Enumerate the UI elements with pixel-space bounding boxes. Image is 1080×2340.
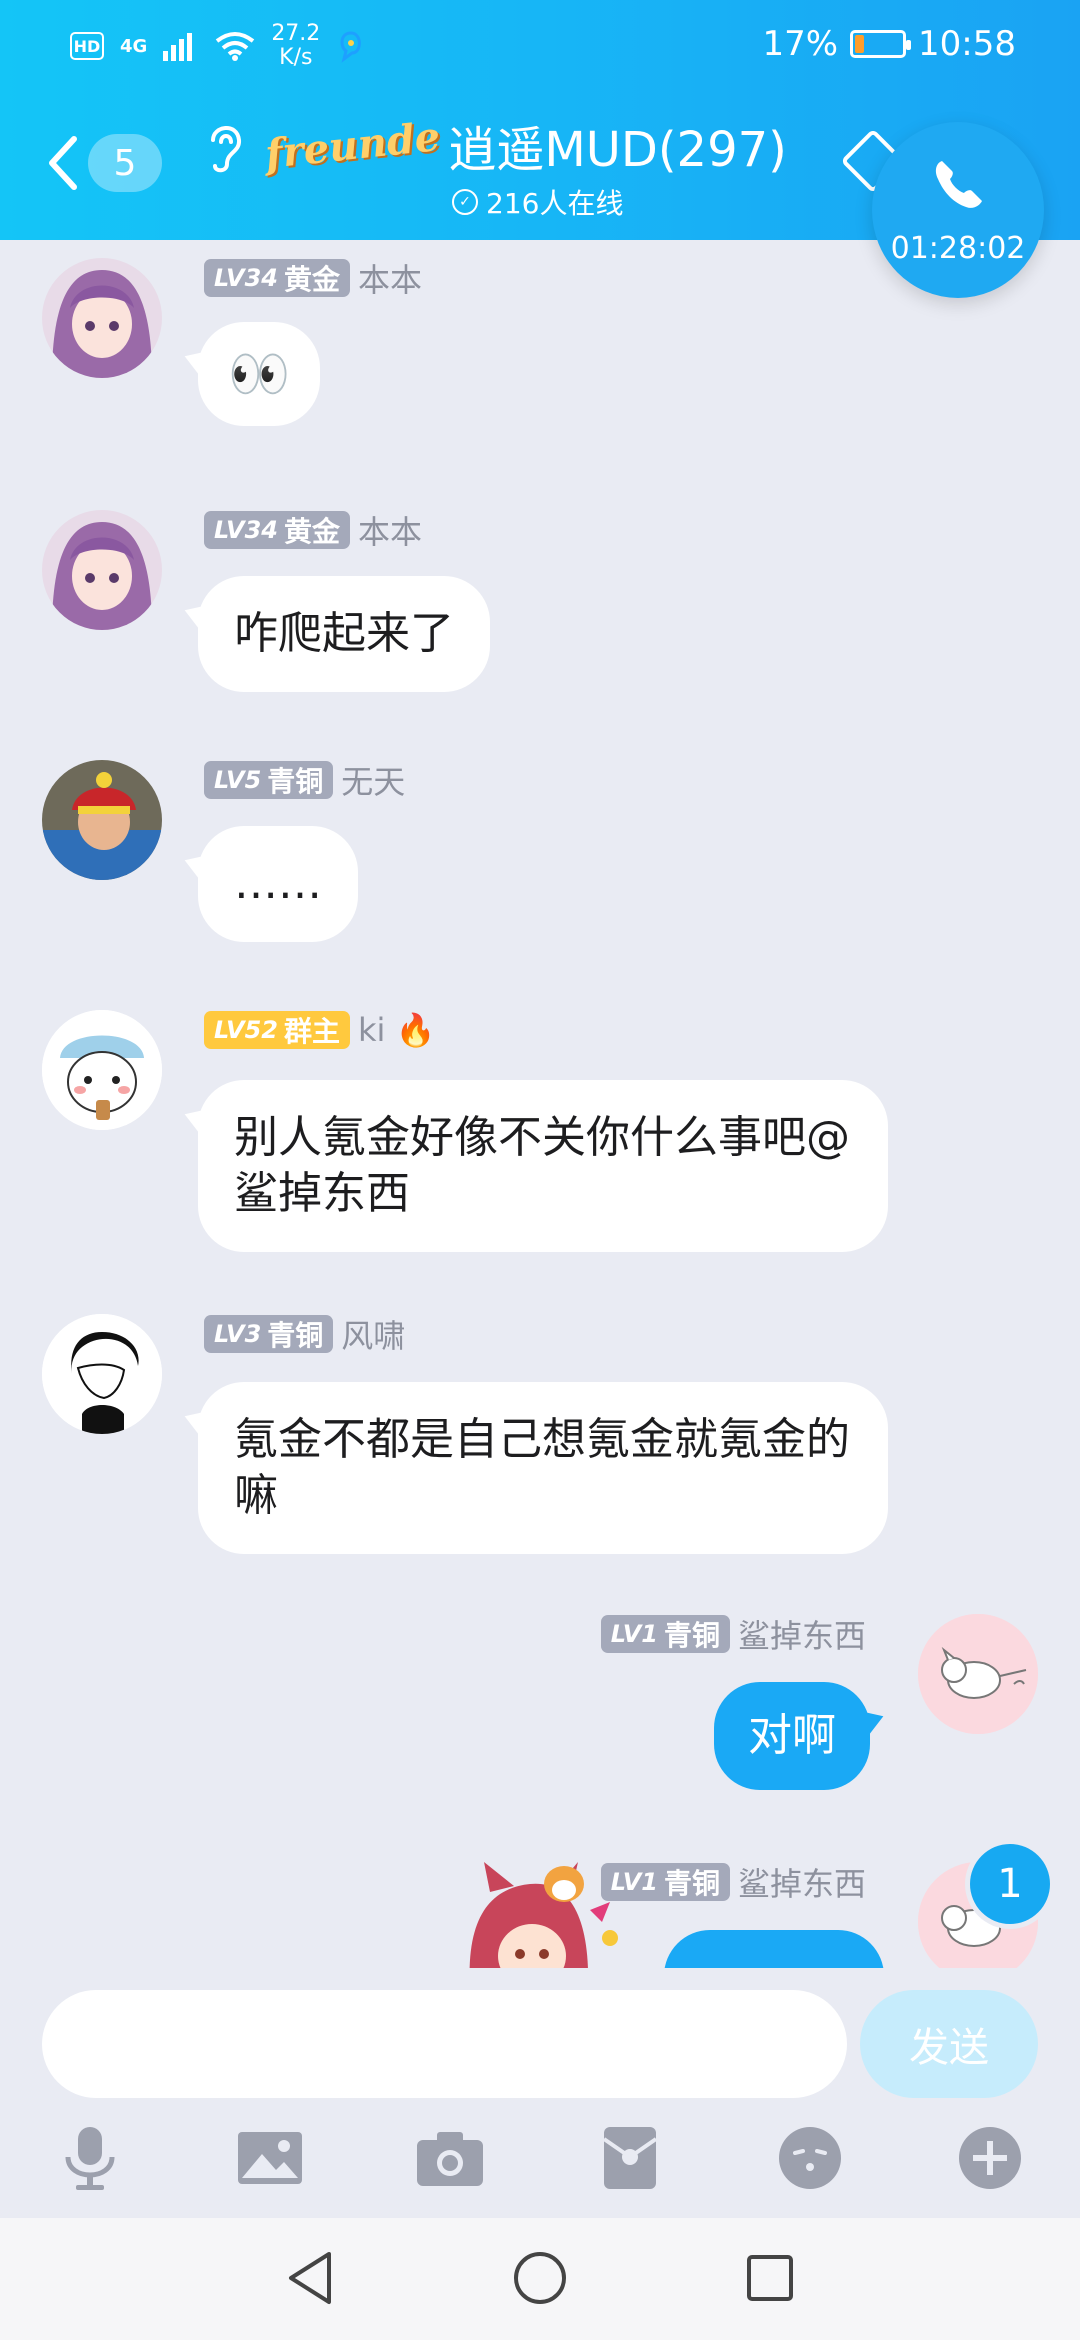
call-timer: 01:28:02: [890, 230, 1026, 266]
network-speed: 27.2 K/s: [271, 21, 321, 70]
avatar[interactable]: [918, 1614, 1038, 1734]
send-button[interactable]: 发送: [860, 1990, 1038, 2098]
back-arrow-icon: [49, 136, 77, 190]
message-bubble[interactable]: ……: [198, 826, 358, 942]
app-notification-icon: [340, 31, 362, 63]
network-type: 4G: [120, 35, 148, 57]
avatar[interactable]: [42, 1010, 162, 1130]
clock: 10:58: [918, 24, 1016, 64]
plus-icon[interactable]: [950, 2118, 1030, 2198]
emoji-icon[interactable]: [770, 2118, 850, 2198]
sender-nickname: 无天: [341, 763, 406, 801]
online-count: ✓ 216人在线: [452, 182, 623, 222]
input-area: 发送: [0, 1968, 1080, 2218]
nav-home-icon[interactable]: [510, 2248, 570, 2308]
battery-percent: 17%: [762, 24, 839, 64]
sender-nickname: 风啸: [341, 1317, 406, 1355]
ear-mode-icon[interactable]: [205, 120, 245, 188]
new-message-count-badge[interactable]: 1: [970, 1844, 1050, 1924]
member-level-badge: LV5 青铜: [204, 761, 334, 799]
member-level-badge: LV34 黄金: [204, 511, 350, 549]
sender-nickname: 本本: [357, 261, 422, 299]
unread-chats-count: 5: [88, 134, 162, 192]
owner-level-badge: LV52 群主: [204, 1011, 350, 1049]
microphone-icon[interactable]: [50, 2118, 130, 2198]
message-bubble[interactable]: [664, 1930, 884, 1968]
avatar[interactable]: [42, 510, 162, 630]
message-bubble[interactable]: 对啊: [714, 1682, 870, 1790]
red-packet-icon[interactable]: [590, 2118, 670, 2198]
sender-nickname: ki 🔥: [357, 1011, 436, 1049]
group-name: 逍遥MUD(297): [448, 122, 787, 178]
message-bubble[interactable]: 咋爬起来了: [198, 576, 490, 692]
battery-level-fill: [855, 35, 864, 53]
input-toolbar: [0, 2118, 1080, 2198]
wifi-icon: [216, 32, 255, 61]
sender-nickname: 鲨掉东西: [737, 1617, 866, 1655]
message-bubble[interactable]: 别人氪金好像不关你什么事吧@鲨掉东西: [198, 1080, 888, 1252]
image-icon[interactable]: [230, 2118, 310, 2198]
freunde-logo: freunde: [263, 112, 443, 178]
system-navigation-bar: [0, 2218, 1080, 2340]
avatar[interactable]: [42, 1314, 162, 1434]
sender-nickname: 鲨掉东西: [737, 1865, 866, 1903]
back-button[interactable]: 5: [48, 128, 178, 198]
message-input[interactable]: [42, 1990, 847, 2098]
nav-recents-icon[interactable]: [740, 2248, 800, 2308]
message-bubble[interactable]: 👀: [198, 322, 321, 426]
group-title[interactable]: freunde 逍遥MUD(297): [263, 110, 787, 180]
member-level-badge: LV1 青铜: [600, 1615, 730, 1653]
sender-nickname: 本本: [357, 513, 422, 551]
hd-indicator: HD: [70, 32, 104, 60]
status-bar: HD 4G 27.2 K/s 17% 10:58: [0, 0, 1080, 90]
ongoing-call-button[interactable]: 01:28:02: [872, 122, 1044, 298]
signal-icon: [163, 33, 193, 61]
message-bubble[interactable]: 氪金不都是自己想氪金就氪金的嘛: [198, 1382, 888, 1554]
member-level-badge: LV3 青铜: [204, 1315, 334, 1353]
nav-back-icon[interactable]: [280, 2248, 340, 2308]
avatar[interactable]: [42, 760, 162, 880]
camera-icon[interactable]: [410, 2118, 490, 2198]
member-level-badge: LV34 黄金: [204, 259, 350, 297]
online-check-icon: ✓: [452, 189, 478, 215]
phone-icon: [928, 155, 988, 227]
battery-icon: [850, 30, 912, 58]
avatar[interactable]: [42, 258, 162, 378]
